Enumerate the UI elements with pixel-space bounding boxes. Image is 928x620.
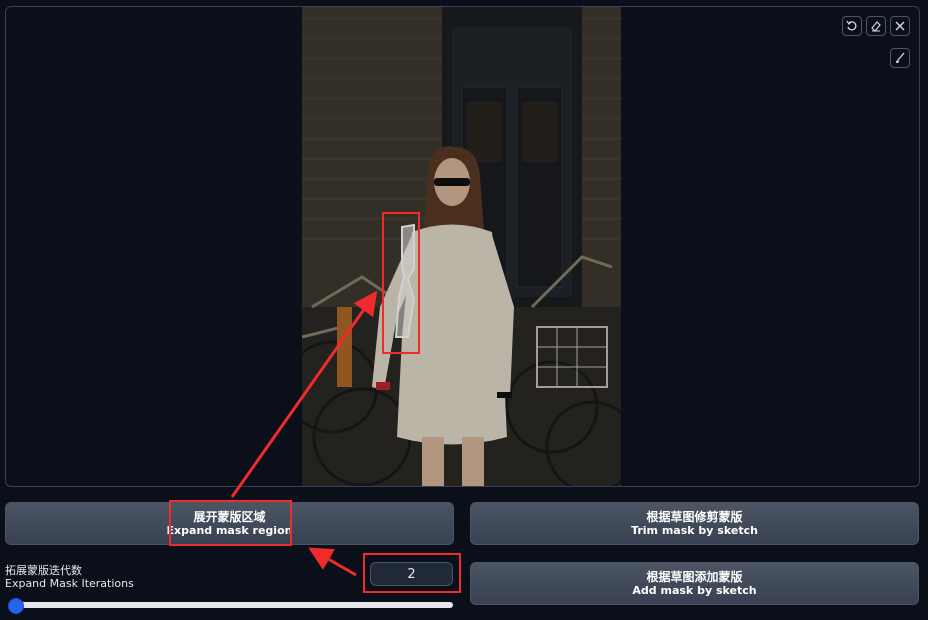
annotation-arrows [230, 290, 378, 577]
arrow-to-expand-button [308, 547, 357, 577]
arrow-to-mask-sketch [230, 290, 378, 498]
